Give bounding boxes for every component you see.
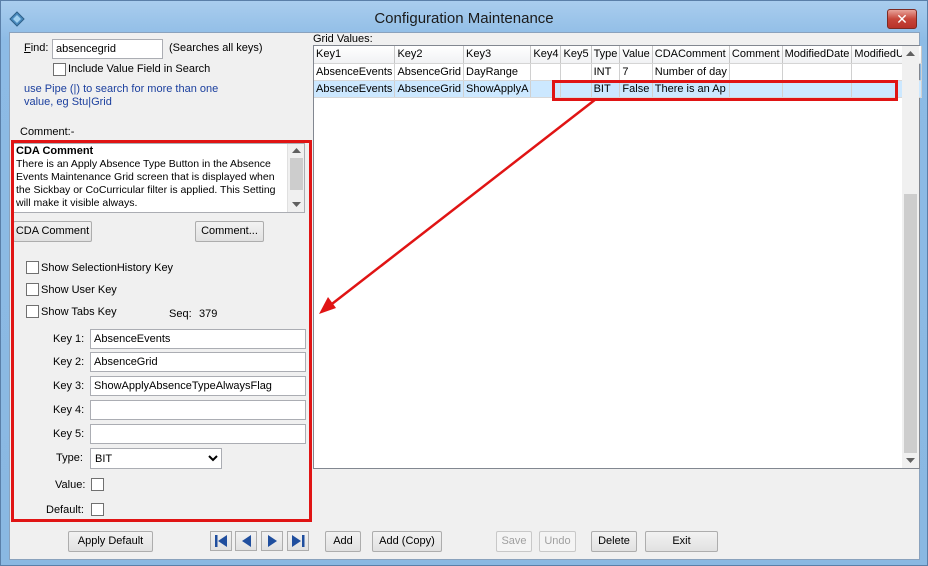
first-record-button[interactable]	[210, 531, 232, 551]
previous-record-button[interactable]	[235, 531, 257, 551]
apply-default-button[interactable]: Apply Default	[68, 531, 153, 552]
next-record-button[interactable]	[261, 531, 283, 551]
save-button[interactable]: Save	[496, 531, 532, 552]
client-area: Find: (Searches all keys) Include Value …	[9, 32, 923, 560]
annotation-arrow-icon	[319, 98, 597, 314]
last-record-icon	[292, 535, 305, 547]
delete-button[interactable]: Delete	[591, 531, 637, 552]
title-bar: Configuration Maintenance ✕	[1, 1, 927, 35]
window-title: Configuration Maintenance	[374, 10, 554, 27]
previous-record-icon	[242, 535, 251, 547]
exit-button[interactable]: Exit	[645, 531, 718, 552]
undo-button[interactable]: Undo	[539, 531, 576, 552]
next-record-icon	[268, 535, 277, 547]
add-copy-button[interactable]: Add (Copy)	[372, 531, 442, 552]
close-button[interactable]: ✕	[887, 9, 917, 29]
app-window: Configuration Maintenance ✕ Find: (Searc…	[0, 0, 928, 566]
first-record-icon	[215, 535, 227, 547]
last-record-button[interactable]	[287, 531, 309, 551]
add-button[interactable]: Add	[325, 531, 361, 552]
